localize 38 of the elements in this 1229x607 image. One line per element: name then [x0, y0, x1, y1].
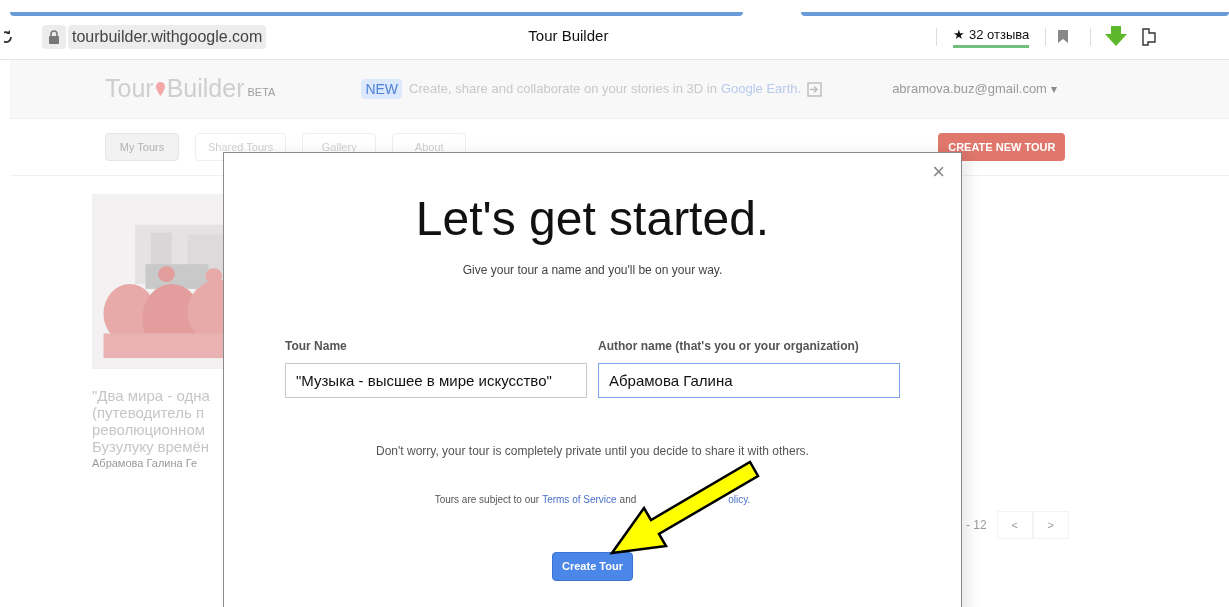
map-pin-icon [155, 82, 165, 96]
extension-icon[interactable] [1141, 27, 1158, 46]
star-icon: ★ [953, 26, 966, 42]
text-field[interactable]: Абрамова Галина [598, 363, 900, 398]
caret-icon[interactable]: ▾ [1050, 80, 1057, 98]
tour-title-line: "Два мира - одна [92, 387, 211, 404]
nav-tab[interactable]: My Tours [105, 133, 179, 161]
tour-title-line: революционном [92, 421, 207, 438]
dialog-heading: Let's get started. [415, 191, 770, 247]
google-earth-link[interactable]: Google Earth. [720, 79, 802, 99]
dialog-subheading: Give your tour a name and you'll be on your way. [462, 262, 723, 279]
terms-text: Tours are subject to our [434, 493, 540, 507]
previous-page-button[interactable]: < [996, 511, 1033, 539]
download-icon[interactable] [1105, 25, 1128, 48]
close-button[interactable]: × [932, 161, 945, 183]
page-title: Tour Builder [528, 26, 610, 47]
address-bar[interactable]: tourbuilder.withgoogle.com [68, 24, 267, 49]
next-page-button[interactable]: > [1032, 511, 1069, 539]
tour-title-line: (путеводитель п [92, 404, 205, 421]
new-badge: NEW [361, 79, 403, 99]
privacy-link[interactable]: olicy. [728, 492, 751, 507]
create-tour-button[interactable]: Create Tour [552, 552, 633, 581]
terms-link[interactable]: Terms of Service [542, 492, 617, 507]
field-label: Author name (that's you or your organization) [598, 338, 860, 355]
text-field[interactable]: "Музыка - высшее в мире искусство" [285, 363, 587, 398]
create-new-tour-button[interactable]: CREATE NEW TOUR [938, 133, 1066, 161]
lock-icon[interactable] [42, 24, 66, 49]
account-menu[interactable]: abramova.buz@gmail.com [892, 79, 1047, 99]
page-range: - 12 [966, 517, 987, 534]
field-label: Tour Name [285, 338, 348, 355]
tour-title-line: Бузулуку времён [92, 438, 211, 455]
bookmark-icon[interactable] [1058, 30, 1069, 43]
reload-icon[interactable] [4, 28, 14, 45]
terms-text: and [619, 493, 637, 507]
beta-label: BETA [247, 84, 276, 100]
reviews-rating[interactable]: ★ 32 отзыва [953, 24, 1030, 49]
privacy-note: Don't worry, your tour is completely private until you decide to share it with others. [376, 443, 809, 460]
tour-author: Абрамова Галина Ге [92, 456, 199, 471]
